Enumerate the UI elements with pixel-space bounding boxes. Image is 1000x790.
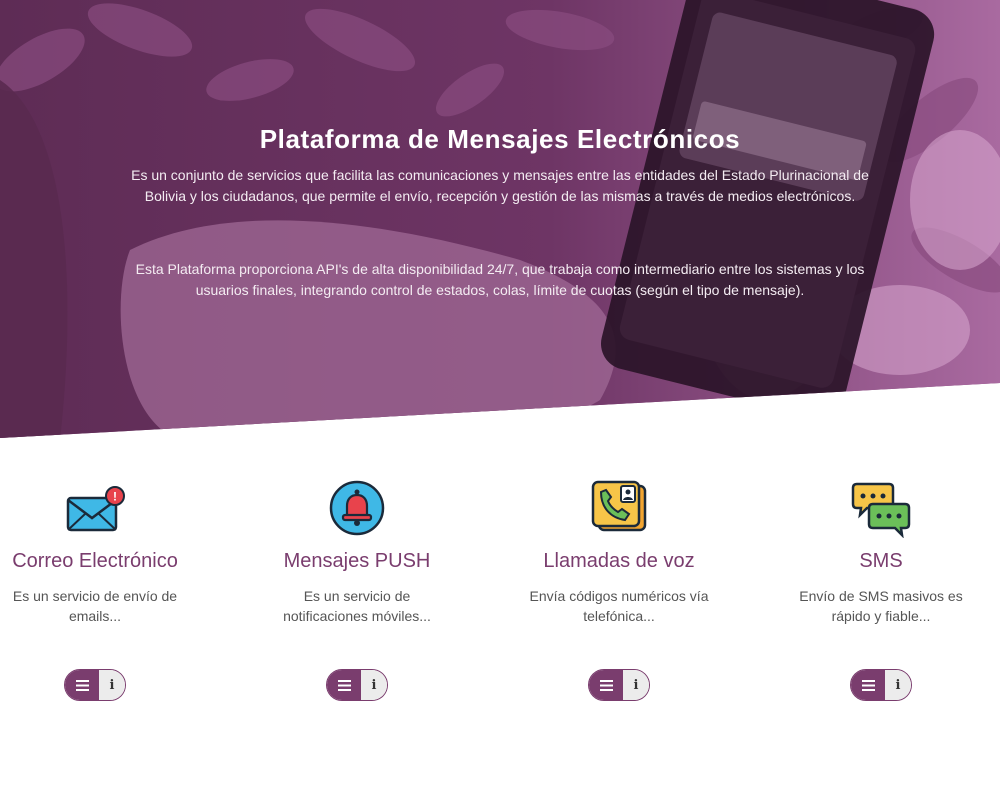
service-description: Es un servicio de envío de emails... [12, 588, 178, 624]
service-title: Mensajes PUSH [283, 550, 431, 572]
service-title: Llamadas de voz [543, 550, 695, 572]
info-button[interactable]: i [885, 670, 911, 700]
service-actions: i [850, 669, 912, 701]
service-description: Envío de SMS masivos es rápido y fiable.… [799, 588, 963, 624]
list-icon [75, 679, 89, 691]
email-icon: ! [66, 486, 125, 532]
bell-icon [329, 480, 385, 536]
info-button[interactable]: i [623, 670, 649, 700]
info-button[interactable]: i [99, 670, 125, 700]
hero-api-description: Esta Plataforma proporciona API's de alt… [135, 261, 865, 298]
hero-banner: Plataforma de Mensajes Electrónicos Es u… [0, 0, 1000, 438]
service-actions: i [64, 669, 126, 701]
list-button[interactable] [589, 670, 623, 700]
info-icon: i [895, 677, 901, 693]
hero-title: Plataforma de Mensajes Electrónicos [259, 124, 741, 154]
info-icon: i [633, 677, 639, 693]
phone-call-icon [591, 480, 647, 532]
chat-bubbles-icon [851, 482, 911, 538]
list-button[interactable] [65, 670, 99, 700]
service-title: Correo Electrónico [12, 550, 178, 572]
service-title: SMS [859, 550, 903, 572]
service-description: Envía códigos numéricos vía telefónica..… [529, 588, 709, 624]
list-icon [861, 679, 875, 691]
hero-background-image [0, 0, 1000, 438]
info-icon: i [109, 677, 115, 693]
list-button[interactable] [851, 670, 885, 700]
info-icon: i [371, 677, 377, 693]
email-badge: ! [113, 490, 117, 504]
hero-description: Es un conjunto de servicios que facilita… [131, 167, 869, 204]
list-icon [337, 679, 351, 691]
service-actions: i [326, 669, 388, 701]
list-button[interactable] [327, 670, 361, 700]
service-actions: i [588, 669, 650, 701]
service-description: Es un servicio de notificaciones móviles… [283, 588, 431, 624]
services-section: ! Correo Electrónico Es un servicio de e… [0, 470, 1000, 730]
info-button[interactable]: i [361, 670, 387, 700]
list-icon [599, 679, 613, 691]
